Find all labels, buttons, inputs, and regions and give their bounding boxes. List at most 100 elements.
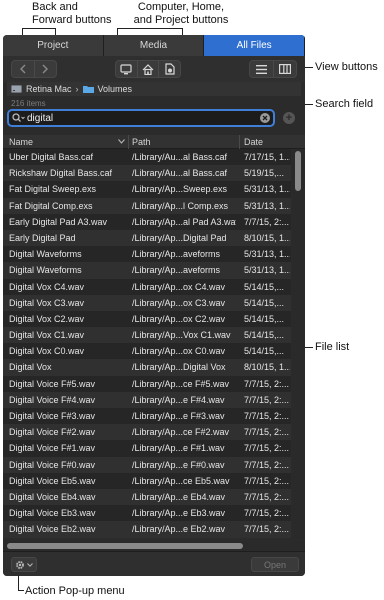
file-cell-path: /Library/Ap...ox C0.wav [132,346,226,357]
chevron-down-icon [27,562,33,567]
file-row[interactable]: Digital Voice F#1.wav/Library/Ap...e F#1… [3,440,291,457]
file-row[interactable]: Digital Vox C1.wav/Library/Ap...Vox C1.w… [3,327,291,344]
tab-project[interactable]: Project [3,35,104,56]
file-cell-date: 5/14/15,... [244,346,285,357]
view-buttons-group [249,60,297,78]
callout-back-forward: Back and Forward buttons [32,1,112,26]
project-button[interactable] [158,61,180,77]
clear-icon [260,113,270,123]
back-forward-group [11,60,57,78]
search-clear-button[interactable] [257,113,273,123]
file-row[interactable]: Digital Vox C4.wav/Library/Ap...ox C4.wa… [3,278,291,295]
file-cell-name: Digital Voice F#1.wav [9,443,96,454]
column-divider[interactable] [239,135,240,149]
file-cell-path: /Library/Au...al Bass.caf [132,152,228,162]
path-volume-label: Retina Mac [26,84,72,94]
file-cell-path: /Library/Ap...e F#4.wav [132,394,225,405]
file-cell-date: 5/31/13, 1... [244,249,290,260]
file-row[interactable]: Digital Voice F#5.wav/Library/Ap...ce F#… [3,375,291,392]
disk-icon [11,85,22,93]
file-row[interactable]: Digital Vox C0.wav/Library/Ap...ox C0.wa… [3,343,291,360]
file-row[interactable]: Digital Vox/Library/Ap...Digital Vox 8/10… [3,359,291,376]
path-separator-icon: › [75,84,79,94]
file-cell-name: Rickshaw Digital Bass.caf [9,168,113,179]
file-row[interactable]: Digital Voice F#3.wav/Library/Ap...e F#3… [3,408,291,425]
file-cell-date: 7/7/15, 2:... [244,459,290,470]
file-cell-name: Digital Vox C2.wav [9,313,85,324]
file-row[interactable]: Digital Voice Eb3.wav/Library/Ap...e Eb3… [3,505,291,522]
file-list: Uber Digital Bass.caf/Library/Au...al Ba… [3,149,291,539]
file-row[interactable]: Fat Digital Sweep.exs/Library/Ap...Sweep… [3,181,291,198]
file-cell-date: 7/7/15, 2:... [244,524,290,535]
callout-search-field: Search field [315,98,374,110]
file-cell-path: /Library/Ap...ce F#2.wav [132,427,230,438]
tab-all-files[interactable]: All Files [204,35,305,56]
column-divider[interactable] [128,135,129,149]
horizontal-scrollbar[interactable] [3,541,305,551]
file-cell-path: /Library/Ap...Digital Pad [132,232,227,243]
file-row[interactable]: Early Digital Pad/Library/Ap...Digital P… [3,229,291,247]
file-cell-date: 8/10/15, 1... [244,362,290,373]
file-cell-date: 7/7/15, 2:... [244,394,290,405]
leader-action-h [18,590,24,591]
file-cell-name: Digital Vox C3.wav [9,297,85,308]
file-row[interactable]: Digital Voice F#0.wav/Library/Ap...e F#0… [3,456,291,473]
column-view-button[interactable] [272,61,297,77]
list-view-button[interactable] [250,61,273,77]
file-row[interactable]: Digital Voice F#2.wav/Library/Ap...ce F#… [3,424,291,441]
column-header-name[interactable]: Name [9,137,33,147]
file-cell-date: 5/14/15,... [244,281,285,292]
file-row[interactable]: Digital Voice F#4.wav/Library/Ap...e F#4… [3,391,291,408]
file-cell-name: Digital Voice F#3.wav [9,411,96,421]
file-cell-name: Digital Voice Eb2.wav [9,524,96,535]
file-cell-name: Early Digital Pad [9,232,76,243]
file-cell-date: 7/7/15, 2:... [244,427,290,438]
open-button[interactable]: Open [251,557,299,572]
file-row[interactable]: Digital Voice Eb4.wav/Library/Ap...e Eb4… [3,488,291,506]
callout-action-popup: Action Pop-up menu [25,585,125,597]
search-field[interactable]: digital [7,109,275,127]
search-input[interactable]: digital [27,113,257,124]
file-cell-date: 5/19/15,... [244,168,285,179]
home-button[interactable] [136,61,159,77]
add-icon[interactable]: + [283,112,295,124]
file-row[interactable]: Digital Vox C3.wav/Library/Ap...ox C3.wa… [3,294,291,311]
file-cell-date: 7/7/15, 2:... [244,491,290,502]
file-cell-name: Digital Waveforms [9,265,82,276]
horizontal-scroll-thumb[interactable] [7,543,243,549]
file-cell-date: 8/10/15, 1... [244,232,290,243]
search-menu[interactable] [9,113,27,123]
column-header-date[interactable]: Date [244,137,263,147]
column-header-path[interactable]: Path [132,137,151,147]
file-row[interactable]: Fat Digital Comp.exs/Library/Ap...l Comp… [3,197,291,214]
file-row[interactable]: Digital Waveforms/Library/Ap...aveforms 5… [3,262,291,279]
back-button[interactable] [12,61,34,77]
file-cell-date: 5/14/15,... [244,330,285,341]
file-row[interactable]: Early Digital Pad A3.wav/Library/Ap...al… [3,213,291,230]
tab-bar: Project Media All Files [3,35,305,56]
forward-button[interactable] [33,61,57,77]
file-cell-name: Fat Digital Sweep.exs [9,184,97,195]
file-cell-path: /Library/Ap...Sweep.exs [132,184,228,195]
path-crumb-volume[interactable]: Retina Mac [11,84,72,94]
file-row[interactable]: Digital Voice Eb2.wav/Library/Ap...e Eb2… [3,521,291,538]
file-row[interactable]: Rickshaw Digital Bass.caf/Library/Au...a… [3,165,291,182]
file-cell-path: /Library/Ap...e Eb4.wav [132,491,226,502]
computer-button[interactable] [116,61,137,77]
file-cell-path: /Library/Ap...e F#0.wav [132,459,225,470]
path-crumb-folder[interactable]: Volumes [82,84,132,94]
file-cell-name: Digital Vox C1.wav [9,330,85,341]
file-cell-name: Digital Vox C0.wav [9,346,85,357]
file-row[interactable]: Digital Waveforms/Library/Ap...aveforms 5… [3,246,291,263]
file-row[interactable]: Uber Digital Bass.caf/Library/Au...al Ba… [3,149,291,166]
file-list-header: Name Path Date [3,135,305,149]
vertical-scroll-thumb[interactable] [295,151,301,191]
project-icon [165,63,175,75]
tab-media[interactable]: Media [103,35,205,56]
file-cell-date: 7/7/15, 2:... [244,508,290,519]
file-row[interactable]: Digital Voice Eb5.wav/Library/Ap...ce Eb… [3,472,291,489]
vertical-scrollbar[interactable] [292,149,304,539]
action-popup-button[interactable] [11,557,37,572]
home-icon [142,63,154,75]
file-row[interactable]: Digital Vox C2.wav/Library/Ap...ox C2.wa… [3,310,291,328]
